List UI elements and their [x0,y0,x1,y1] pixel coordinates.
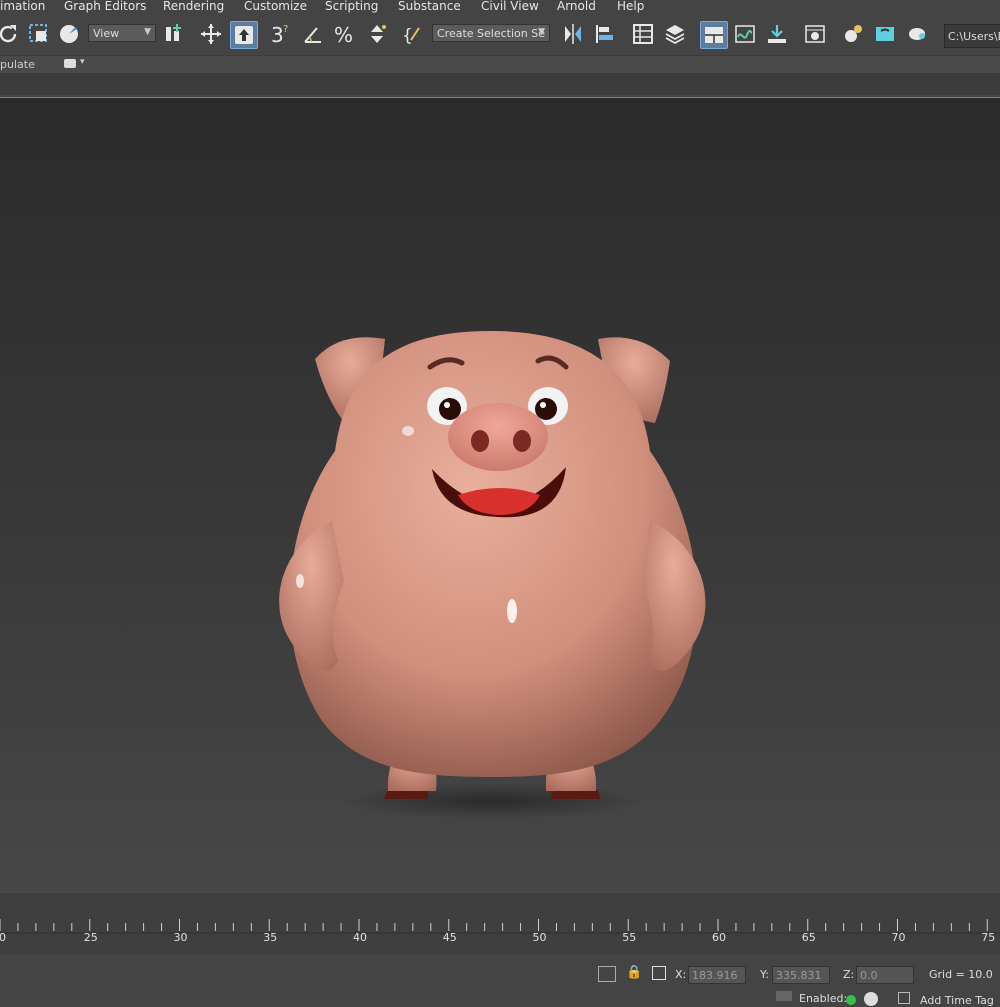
timeline-tick-label: 40 [353,931,367,944]
select-and-move-icon[interactable] [198,21,224,47]
timeline-tick-label: 35 [263,931,278,944]
timeline-tick-label: 30 [173,931,188,944]
timeline-ruler [0,919,1000,934]
left-arm [279,521,344,671]
timeline-tick-label: 25 [83,931,98,944]
angle-snap-icon[interactable] [300,21,326,47]
menu-help[interactable]: Help [617,0,644,13]
chevron-down-icon: ▼ [538,27,545,37]
right-pupil [535,398,557,420]
status-bar: 🔒 X: Y: Z: Grid = 10.0 Enabled: Add Time… [0,955,1000,1007]
timeline-tick-label: 75 [981,931,996,944]
svg-text:%: % [334,23,353,46]
absolute-mode-icon[interactable] [652,966,666,980]
snaps-toggle-icon[interactable]: 3? [268,21,294,47]
named-selection-set-value: Create Selection Se [437,27,545,40]
spinner-snap-icon[interactable] [364,21,390,47]
select-region-icon[interactable] [26,21,52,47]
schematic-view-icon[interactable] [764,21,790,47]
info-icon[interactable] [864,992,878,1006]
menu-animation[interactable]: imation [0,0,45,13]
project-path-field[interactable]: C:\Users\D [944,24,1000,48]
timeline-tick-label: 20 [0,931,6,944]
perspective-viewport[interactable] [0,97,1000,894]
timeline-tick-label: 50 [532,931,547,944]
lock-icon[interactable]: 🔒 [626,965,642,980]
ribbon-row: pulate ▾ [0,55,1000,74]
mirror-icon[interactable] [560,21,586,47]
selection-lock-icon[interactable] [598,966,616,982]
right-nostril [513,430,531,452]
svg-text:{: { [402,26,413,46]
rendered-frame-window-icon[interactable] [872,21,898,47]
ribbon-label: pulate [0,58,35,71]
x-label: X: [675,968,687,981]
reference-coordinate-combo[interactable]: View ▼ [88,24,156,42]
timeline-tick-label: 60 [712,931,726,944]
snout [448,403,548,471]
z-label: Z: [843,968,855,981]
curve-editor-icon[interactable] [732,21,758,47]
grid-size: Grid = 10.0 [929,968,993,981]
toggle-ribbon-icon[interactable] [700,21,728,49]
chevron-down-icon: ▼ [144,27,151,37]
add-time-tag[interactable]: Add Time Tag [920,994,994,1007]
ribbon-toggle-icon[interactable] [64,59,76,68]
timeline-tick-label: 45 [442,931,457,944]
svg-text:?: ? [283,24,288,35]
layer-explorer-icon[interactable] [662,21,688,47]
main-toolbar: View ▼ 3? % { Create Selection Se ▼ C:\U… [0,15,1000,55]
left-nostril [471,430,489,452]
render-setup-icon[interactable] [840,21,866,47]
timeline-tick-label: 55 [622,931,637,944]
menu-bar: imation Graph Editors Rendering Customiz… [0,0,1000,15]
svg-text:3: 3 [271,23,284,46]
percent-snap-icon[interactable]: % [332,21,358,47]
menu-arnold[interactable]: Arnold [557,0,596,13]
chevron-down-icon[interactable]: ▾ [80,57,85,67]
x-coordinate-field[interactable]: 183.916 [688,966,746,984]
select-and-manipulate-icon[interactable] [230,21,258,49]
timeline[interactable]: 20 25 30 35 40 45 50 55 60 65 70 75 [0,893,1000,955]
render-production-icon[interactable] [904,21,930,47]
edit-named-selection-icon[interactable]: { [400,21,426,47]
pig-model [279,331,706,819]
enabled-label: Enabled: [799,992,848,1005]
menu-graph-editors[interactable]: Graph Editors [64,0,146,13]
left-pupil [439,398,461,420]
y-coordinate-field[interactable]: 335.831 [772,966,830,984]
enabled-status-dot[interactable] [846,995,856,1005]
redo-icon[interactable] [0,21,22,47]
ground-shadow [342,783,642,819]
timeline-tick-label: 65 [801,931,816,944]
align-icon[interactable] [592,21,618,47]
menu-substance[interactable]: Substance [398,0,461,13]
window-crossing-icon[interactable] [56,21,82,47]
use-pivot-center-icon[interactable] [160,21,186,47]
y-label: Y: [760,968,769,981]
menu-civil-view[interactable]: Civil View [481,0,539,13]
timeline-tick-label: 70 [891,931,906,944]
viewport-header-strip [0,73,1000,95]
material-editor-icon[interactable] [802,21,828,47]
key-icon [898,992,910,1004]
reference-coordinate-value: View [93,27,120,40]
named-selection-set-combo[interactable]: Create Selection Se ▼ [432,24,550,42]
z-coordinate-field[interactable]: 0.0 [856,966,914,984]
menu-rendering[interactable]: Rendering [163,0,224,13]
toggle-scene-explorer-icon[interactable] [630,21,656,47]
menu-scripting[interactable]: Scripting [325,0,378,13]
menu-customize[interactable]: Customize [244,0,307,13]
